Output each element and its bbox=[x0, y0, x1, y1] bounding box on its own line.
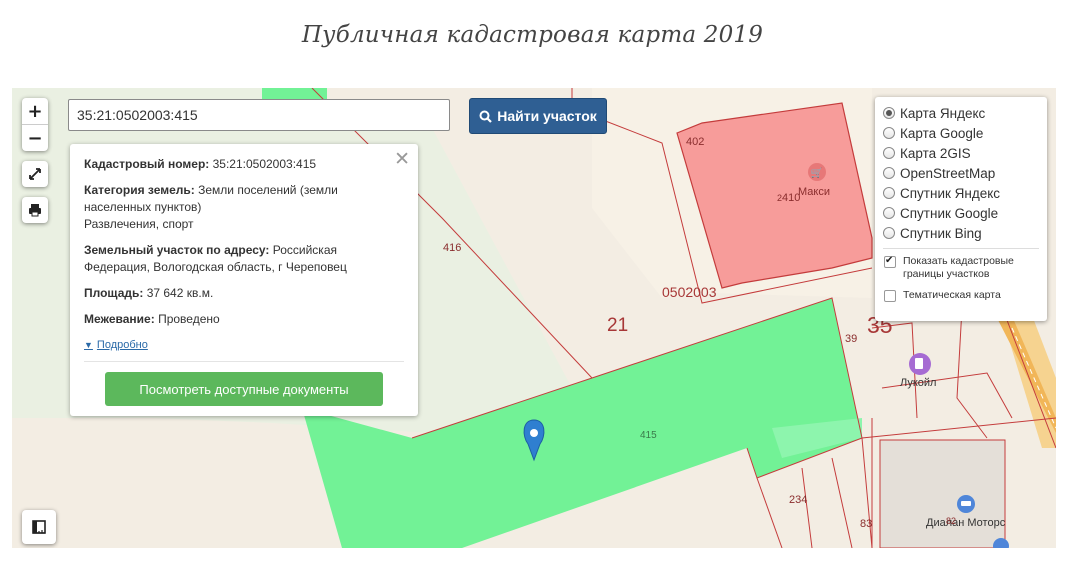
svg-text:🛒: 🛒 bbox=[811, 166, 823, 179]
base-layer-option[interactable]: Спутник Bing bbox=[883, 223, 1039, 243]
radio-button[interactable] bbox=[883, 147, 895, 159]
thematic-map-toggle[interactable]: Тематическая карта bbox=[883, 289, 1039, 302]
ruler-icon bbox=[32, 520, 46, 534]
close-icon[interactable]: ✕ bbox=[394, 148, 410, 170]
parcel-label-416: 416 bbox=[443, 242, 462, 254]
parcel-label-415: 415 bbox=[640, 430, 657, 441]
poi-label-dialan-number: 82 bbox=[946, 516, 957, 526]
cadastral-borders-toggle[interactable]: Показать кадастровые границы участков bbox=[883, 254, 1039, 281]
details-link[interactable]: ▼ Подробно bbox=[84, 339, 148, 351]
land-usage-value: Развлечения, спорт bbox=[84, 217, 194, 231]
base-layer-label: Спутник Google bbox=[900, 205, 999, 221]
base-layer-option[interactable]: Карта 2GIS bbox=[883, 143, 1039, 163]
divider bbox=[883, 248, 1039, 249]
search-icon bbox=[479, 110, 492, 123]
zoom-out-button[interactable]: − bbox=[22, 125, 48, 151]
view-documents-button[interactable]: Посмотреть доступные документы bbox=[105, 372, 383, 406]
base-layer-label: OpenStreetMap bbox=[900, 165, 996, 181]
area-label: Площадь: bbox=[84, 286, 144, 300]
survey-value: Проведено bbox=[158, 312, 220, 326]
poi-label-lukoil: Лукойл bbox=[900, 377, 937, 389]
printer-icon bbox=[29, 204, 41, 217]
cadastral-search-input[interactable] bbox=[68, 99, 450, 131]
cadastral-map[interactable]: 🛒 402 2 410 Макси 416 0502003 21 35 39 Л… bbox=[12, 88, 1056, 548]
radio-button[interactable] bbox=[883, 207, 895, 219]
survey-row: Межевание: Проведено bbox=[84, 311, 404, 328]
triangle-down-icon: ▼ bbox=[84, 340, 93, 350]
area-row: Площадь: 37 642 кв.м. bbox=[84, 285, 404, 302]
find-parcel-label: Найти участок bbox=[497, 108, 597, 124]
page-title: Публичная кадастровая карта 2019 bbox=[301, 22, 764, 48]
cadastral-borders-label: Показать кадастровые границы участков bbox=[903, 255, 1014, 280]
zoom-controls: + − bbox=[22, 98, 48, 151]
fullscreen-button[interactable] bbox=[22, 161, 48, 187]
layer-switcher: Карта Яндекс Карта Google Карта 2GIS OpenSt… bbox=[875, 97, 1047, 321]
building-dialan bbox=[879, 439, 1006, 548]
base-layer-label: Карта 2GIS bbox=[900, 145, 971, 161]
radio-button[interactable] bbox=[883, 127, 895, 139]
area-value: 37 642 кв.м. bbox=[146, 286, 214, 300]
checkbox[interactable] bbox=[884, 290, 896, 302]
cadastral-number-label: Кадастровый номер: bbox=[84, 157, 210, 171]
thematic-map-label: Тематическая карта bbox=[903, 289, 1001, 301]
cadastral-number-value: 35:21:0502003:415 bbox=[212, 157, 317, 171]
base-layer-option[interactable]: Карта Google bbox=[883, 123, 1039, 143]
base-layer-option[interactable]: Спутник Google bbox=[883, 203, 1039, 223]
quarter-label: 0502003 bbox=[662, 284, 717, 300]
details-link-label: Подробно bbox=[96, 339, 148, 351]
parcel-label-39: 39 bbox=[845, 333, 858, 345]
base-layer-option[interactable]: OpenStreetMap bbox=[883, 163, 1039, 183]
land-category-label: Категория земель: bbox=[84, 183, 195, 197]
ruler-button[interactable] bbox=[22, 510, 56, 544]
poi-label-dialan: Диалан Моторс bbox=[926, 517, 1006, 529]
zoom-in-button[interactable]: + bbox=[22, 98, 48, 125]
radio-button[interactable] bbox=[883, 167, 895, 179]
base-layer-label: Спутник Bing bbox=[900, 225, 982, 241]
find-parcel-button[interactable]: Найти участок bbox=[469, 98, 607, 134]
radio-button[interactable] bbox=[883, 107, 895, 119]
checkbox[interactable] bbox=[884, 254, 896, 268]
radio-button[interactable] bbox=[883, 227, 895, 239]
expand-icon bbox=[29, 168, 41, 180]
poi-label-maxi: Макси bbox=[798, 186, 830, 198]
base-layer-label: Карта Google bbox=[900, 125, 984, 141]
print-button[interactable] bbox=[22, 197, 48, 223]
base-layer-option[interactable]: Карта Яндекс bbox=[883, 103, 1039, 123]
land-category-row: Категория земель: Земли поселений (земли… bbox=[84, 182, 404, 233]
base-layer-label: Карта Яндекс bbox=[900, 105, 986, 121]
parcel-label-83: 83 bbox=[860, 518, 873, 530]
address-row: Земельный участок по адресу: Российская … bbox=[84, 242, 404, 276]
base-layer-label: Спутник Яндекс bbox=[900, 185, 1001, 201]
base-layer-option[interactable]: Спутник Яндекс bbox=[883, 183, 1039, 203]
district-label: 21 bbox=[607, 315, 629, 336]
parcel-label-234: 234 bbox=[789, 494, 808, 506]
parcel-info-panel: ✕ Кадастровый номер: 35:21:0502003:415 К… bbox=[70, 144, 418, 416]
divider bbox=[84, 361, 404, 362]
radio-button[interactable] bbox=[883, 187, 895, 199]
base-layer-list: Карта Яндекс Карта Google Карта 2GIS OpenSt… bbox=[883, 103, 1039, 243]
survey-label: Межевание: bbox=[84, 312, 155, 326]
address-label: Земельный участок по адресу: bbox=[84, 243, 270, 257]
cadastral-number-row: Кадастровый номер: 35:21:0502003:415 bbox=[84, 156, 404, 173]
parcel-label-402: 402 bbox=[686, 136, 705, 148]
